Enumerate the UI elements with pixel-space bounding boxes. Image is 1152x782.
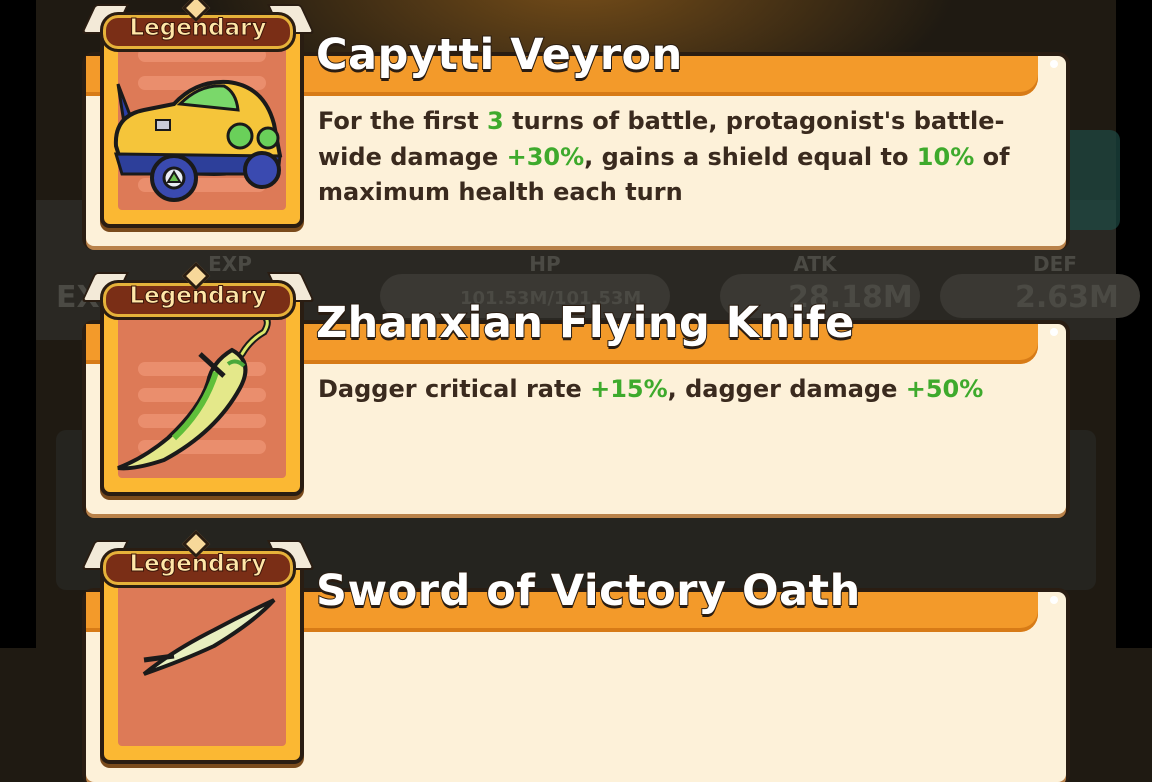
background-stat-label: ATK — [793, 252, 837, 276]
sword-icon — [142, 598, 276, 676]
letterbox-right — [1116, 0, 1152, 648]
highlight-value: +50% — [905, 375, 984, 403]
rarity-badge: Legendary — [81, 0, 315, 52]
sports-car-icon — [113, 79, 283, 202]
rarity-label: Legendary — [129, 15, 267, 42]
item-name: Sword of Victory Oath — [315, 565, 861, 617]
rarity-badge: Legendary — [81, 529, 315, 588]
item-description: Dagger critical rate +15%, dagger damage… — [318, 372, 1038, 408]
highlight-value: 3 — [487, 107, 504, 135]
item-name: Capytti Veyron — [315, 29, 683, 81]
rarity-label: Legendary — [129, 551, 267, 578]
description-text: , gains a shield equal to — [584, 142, 917, 171]
card-title-dot — [1050, 60, 1058, 68]
card-title-dot — [1050, 596, 1058, 604]
description-text: , dagger damage — [667, 375, 906, 403]
flying-knife-icon — [117, 308, 271, 471]
background-teal-button — [1060, 130, 1120, 230]
rarity-badge: Legendary — [81, 261, 315, 320]
letterbox-left — [0, 0, 36, 648]
highlight-value: 10% — [916, 142, 975, 171]
description-text: For the first — [318, 107, 488, 135]
background-stat-value: 2.63M — [1015, 280, 1119, 315]
card-title-dot — [1050, 328, 1058, 336]
rarity-label: Legendary — [129, 283, 267, 310]
item-description: For the first 3 turns of battle, protago… — [318, 104, 1038, 211]
highlight-value: +15% — [590, 375, 668, 403]
background-stat-label: HP — [529, 252, 561, 276]
item-name: Zhanxian Flying Knife — [315, 297, 855, 349]
description-text: Dagger critical rate — [318, 375, 591, 403]
highlight-value: +30% — [506, 142, 585, 171]
background-stat-label: DEF — [1033, 252, 1077, 276]
